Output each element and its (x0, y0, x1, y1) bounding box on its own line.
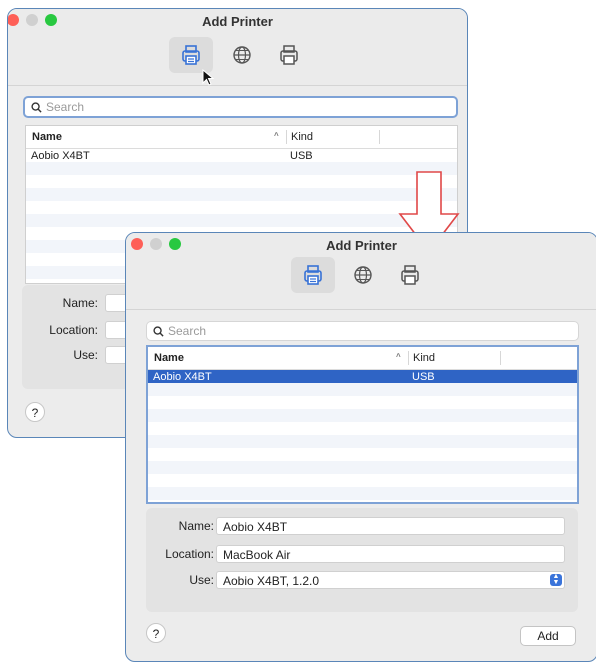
list-header: Name ^ Kind (26, 126, 457, 149)
printer-name: Aobio X4BT (153, 371, 212, 383)
location-label: Location: (49, 323, 98, 337)
empty-row (26, 175, 457, 188)
list-rows: Aobio X4BT USB (148, 370, 577, 500)
empty-row (148, 422, 577, 435)
column-header-kind[interactable]: Kind (291, 131, 313, 143)
empty-row (148, 409, 577, 422)
printer-windows-icon (280, 45, 298, 65)
name-field[interactable]: Aobio X4BT (216, 517, 565, 535)
search-icon (31, 101, 42, 113)
empty-row (26, 188, 457, 201)
search-icon (153, 325, 164, 337)
use-dropdown-value: Aobio X4BT, 1.2.0 (223, 574, 320, 588)
ip-printer-button[interactable] (341, 257, 385, 293)
title-bar: Add Printer (126, 233, 596, 310)
add-printer-window-after: Add Printer Search Name ^ Kind Aobio X4B… (125, 232, 596, 662)
search-placeholder: Search (168, 324, 207, 338)
search-field[interactable]: Search (23, 96, 458, 118)
title-bar: Add Printer (8, 9, 467, 86)
column-divider[interactable] (286, 130, 287, 144)
use-dropdown[interactable]: Aobio X4BT, 1.2.0 ▲ ▼ (216, 571, 565, 589)
column-header-name[interactable]: Name (154, 352, 184, 364)
location-field[interactable]: MacBook Air (216, 545, 565, 563)
empty-row (148, 383, 577, 396)
empty-row (148, 435, 577, 448)
globe-ip-icon (354, 266, 372, 284)
sort-ascending-icon: ^ (396, 352, 401, 361)
printer-local-icon (304, 265, 322, 285)
sort-ascending-icon: ^ (274, 131, 279, 140)
column-divider[interactable] (500, 351, 501, 365)
empty-row (148, 487, 577, 500)
empty-row (26, 162, 457, 175)
printer-local-icon (182, 45, 200, 65)
column-header-kind[interactable]: Kind (413, 352, 435, 364)
printer-row[interactable]: Aobio X4BT USB (26, 149, 457, 162)
windows-printer-button[interactable] (388, 257, 432, 293)
printer-kind: USB (290, 150, 313, 162)
empty-row (148, 448, 577, 461)
printer-row-selected[interactable]: Aobio X4BT USB (148, 370, 577, 383)
column-divider[interactable] (408, 351, 409, 365)
printer-windows-icon (401, 265, 419, 285)
printer-list[interactable]: Name ^ Kind Aobio X4BT USB (146, 345, 579, 504)
empty-row (26, 201, 457, 214)
list-header: Name ^ Kind (148, 347, 577, 370)
column-divider[interactable] (379, 130, 380, 144)
empty-row (26, 214, 457, 227)
help-button[interactable]: ? (25, 402, 45, 422)
empty-row (148, 396, 577, 409)
default-printers-button[interactable] (291, 257, 335, 293)
ip-printer-button[interactable] (220, 37, 264, 73)
empty-row (148, 474, 577, 487)
use-label: Use: (189, 573, 214, 587)
globe-ip-icon (233, 46, 251, 64)
window-title: Add Printer (326, 238, 397, 253)
location-label: Location: (165, 547, 214, 561)
add-button[interactable]: Add (520, 626, 576, 646)
column-header-name[interactable]: Name (32, 131, 62, 143)
search-field[interactable]: Search (146, 321, 579, 341)
windows-printer-button[interactable] (267, 37, 311, 73)
printer-details-form: Name: Aobio X4BT Location: MacBook Air U… (146, 508, 578, 612)
name-label: Name: (62, 296, 98, 310)
name-label: Name: (178, 519, 214, 533)
printer-name: Aobio X4BT (31, 150, 90, 162)
help-button[interactable]: ? (146, 623, 166, 643)
printer-kind: USB (412, 371, 435, 383)
dropdown-stepper-icon[interactable]: ▲ ▼ (550, 573, 562, 586)
mouse-cursor-icon (202, 69, 215, 86)
window-title: Add Printer (202, 14, 273, 29)
use-label: Use: (73, 348, 98, 362)
empty-row (148, 461, 577, 474)
default-printers-button[interactable] (169, 37, 213, 73)
search-placeholder: Search (46, 100, 85, 114)
